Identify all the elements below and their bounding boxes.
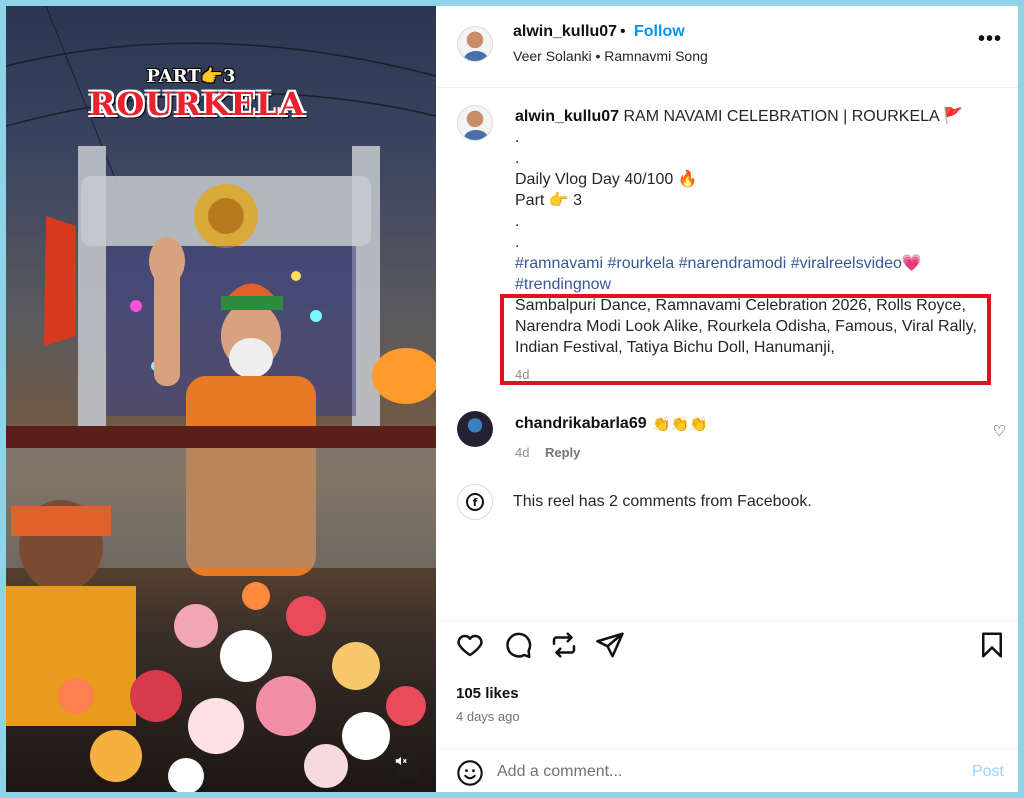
facebook-glyph: f (466, 493, 484, 511)
likes-count[interactable]: 105 likes (456, 685, 519, 702)
posted-time: 4 days ago (456, 709, 520, 724)
reel-video[interactable]: PART👉3 ROURKELA (6, 6, 436, 792)
author-avatar[interactable] (457, 26, 493, 62)
author-username[interactable]: alwin_kullu07 (513, 23, 617, 41)
caption-dot: . (515, 129, 520, 146)
repost-icon[interactable] (549, 630, 579, 660)
post-button[interactable]: Post (972, 763, 1004, 781)
facebook-icon: f (457, 484, 493, 520)
caption-dot: . (515, 150, 520, 167)
comment-time: 4d (515, 445, 530, 460)
speaker-muted-glyph (395, 756, 407, 766)
caption-username[interactable]: alwin_kullu07 (515, 108, 619, 125)
post-panel: alwin_kullu07 • Follow Veer Solanki • Ra… (437, 6, 1018, 792)
reply-button[interactable]: Reply (545, 445, 580, 460)
caption-vlog: Daily Vlog Day 40/100 🔥 (515, 171, 698, 188)
caption-title: RAM NAVAMI CELEBRATION | ROURKELA 🚩 (623, 108, 964, 125)
video-overlay-part: PART👉3 (146, 66, 236, 87)
caption-author-avatar[interactable] (457, 105, 493, 141)
commenter-username[interactable]: chandrikabarla69 (515, 415, 647, 433)
video-scene (6, 6, 436, 792)
heart-icon[interactable] (455, 630, 485, 660)
add-comment-bar: Post (437, 748, 1018, 792)
speaker-muted-icon[interactable] (394, 754, 420, 780)
facebook-comments-link[interactable]: This reel has 2 comments from Facebook. (513, 493, 812, 511)
caption-dot: . (515, 234, 520, 251)
action-bar (437, 630, 1018, 670)
caption-hashtags[interactable]: #ramnavami #rourkela #narendramodi #vira… (515, 253, 995, 295)
video-overlay-city: ROURKELA (88, 85, 306, 123)
comment-like-icon[interactable]: ♡ (993, 422, 1006, 440)
comment-icon[interactable] (503, 630, 533, 660)
actions-divider (437, 620, 1018, 621)
caption-part: Part 👉 3 (515, 192, 583, 209)
video-overlay-title: PART👉3 ROURKELA (6, 66, 436, 123)
header-separator: • (620, 23, 626, 40)
more-options-icon[interactable]: ••• (978, 28, 1002, 51)
keywords-highlight-box (500, 294, 991, 385)
comment-text: 👏👏👏 (652, 416, 709, 433)
send-icon[interactable] (595, 630, 625, 660)
caption-dot: . (515, 213, 520, 230)
comment-input[interactable] (497, 759, 937, 785)
audio-subtitle[interactable]: Veer Solanki • Ramnavmi Song (513, 48, 708, 64)
post-header: alwin_kullu07 • Follow Veer Solanki • Ra… (437, 6, 1018, 88)
follow-button[interactable]: Follow (634, 23, 685, 41)
commenter-avatar[interactable] (457, 411, 493, 447)
emoji-icon[interactable] (456, 759, 484, 787)
bookmark-icon[interactable] (977, 630, 1007, 660)
